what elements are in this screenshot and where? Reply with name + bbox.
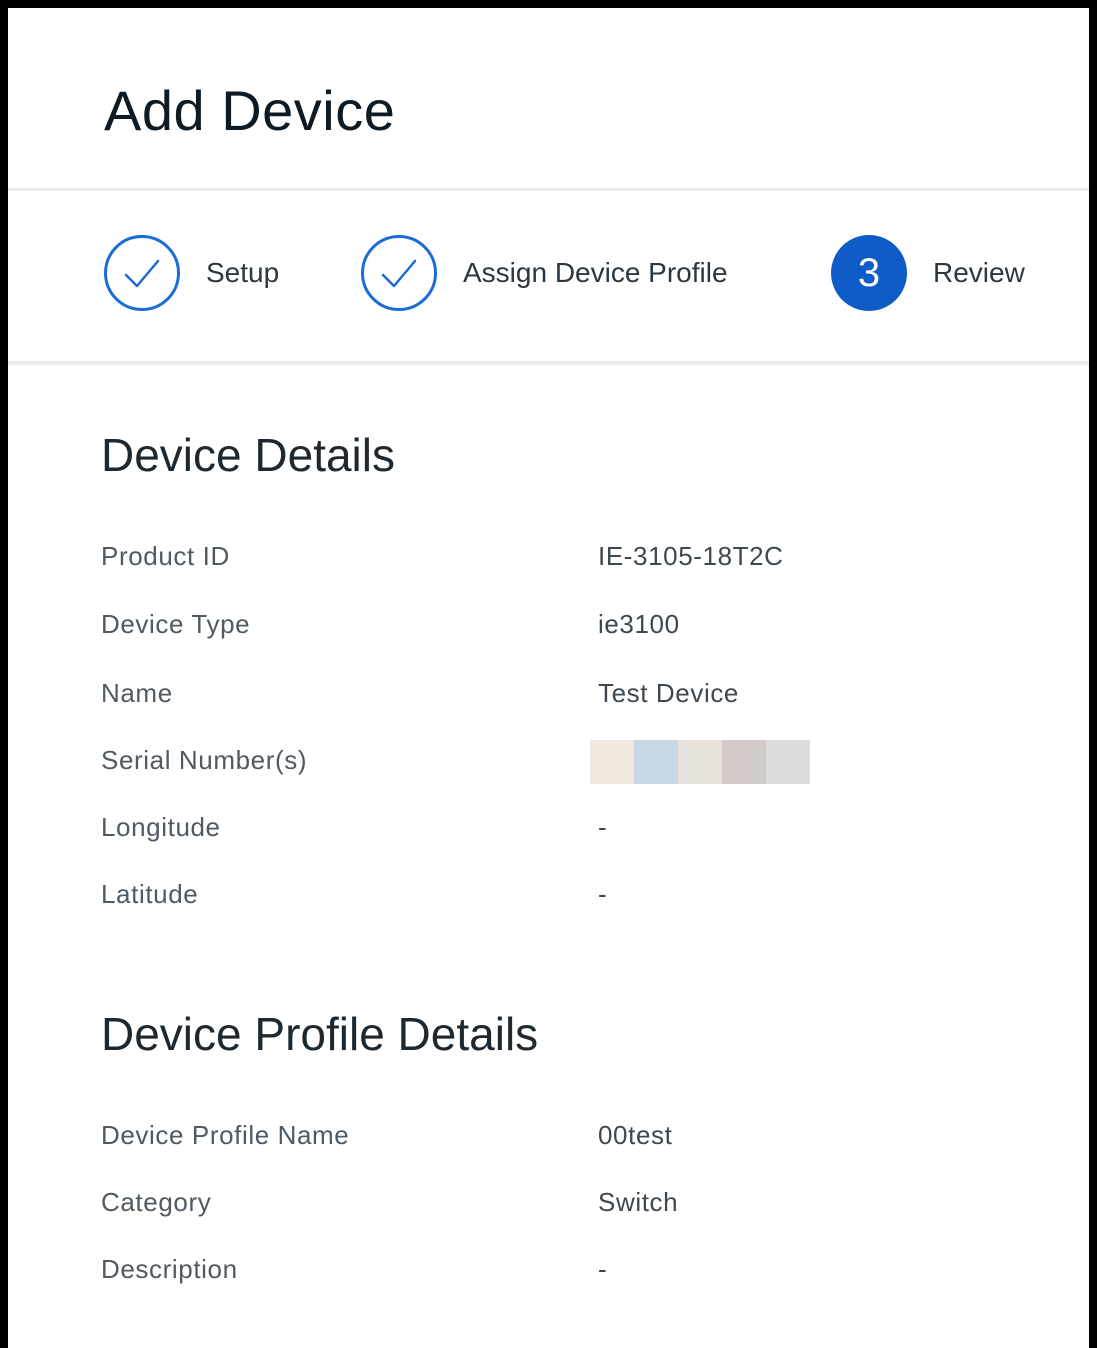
detail-row-serial-numbers: Serial Number(s)	[101, 740, 1001, 785]
row-label: Device Profile Name	[101, 1120, 350, 1150]
step-review-number: 3	[831, 235, 907, 311]
page-title: Add Device	[104, 79, 396, 142]
step-assign-device-profile-label: Assign Device Profile	[463, 257, 728, 288]
step-setup-label: Setup	[206, 257, 280, 288]
check-icon	[124, 259, 160, 288]
row-value: -	[598, 1254, 608, 1284]
detail-row-product-id: Product ID IE-3105-18T2C	[101, 541, 1001, 581]
device-profile-details-title: Device Profile Details	[101, 1008, 539, 1060]
step-assign-device-profile-status	[361, 235, 437, 311]
wizard-stepper: Setup Assign Device Profile 3 Review	[8, 191, 1089, 365]
dialog-header: Add Device	[8, 8, 1089, 191]
step-setup[interactable]: Setup	[104, 232, 279, 314]
row-label: Category	[101, 1187, 212, 1217]
row-label: Device Type	[101, 609, 251, 639]
detail-row-category: Category Switch	[101, 1187, 1001, 1227]
row-label: Name	[101, 678, 173, 708]
detail-row-latitude: Latitude -	[101, 879, 1001, 919]
redacted-serial-number	[590, 740, 810, 784]
detail-row-device-type: Device Type ie3100	[101, 609, 1001, 649]
step-review-label: Review	[933, 257, 1025, 288]
row-value: -	[598, 879, 608, 909]
row-label: Description	[101, 1254, 238, 1284]
detail-row-longitude: Longitude -	[101, 812, 1001, 852]
row-value: Test Device	[598, 678, 739, 708]
row-value: 00test	[598, 1120, 673, 1150]
row-value: -	[598, 812, 608, 842]
detail-row-device-profile-name: Device Profile Name 00test	[101, 1120, 1001, 1160]
row-value: Switch	[598, 1187, 679, 1217]
row-label: Latitude	[101, 879, 199, 909]
row-label: Product ID	[101, 541, 230, 571]
row-label: Serial Number(s)	[101, 745, 308, 775]
detail-row-name: Name Test Device	[101, 678, 1001, 718]
detail-row-description: Description -	[101, 1254, 1001, 1294]
row-value: IE-3105-18T2C	[598, 541, 784, 571]
add-device-dialog: Add Device Setup Assign Device Profile 3…	[0, 0, 1097, 1348]
step-setup-status	[104, 235, 180, 311]
row-label: Longitude	[101, 812, 221, 842]
check-icon	[381, 259, 417, 288]
device-details-title: Device Details	[101, 429, 395, 481]
row-value: ie3100	[598, 609, 680, 639]
step-assign-device-profile[interactable]: Assign Device Profile	[361, 232, 728, 314]
step-review[interactable]: 3 Review	[831, 232, 1025, 314]
